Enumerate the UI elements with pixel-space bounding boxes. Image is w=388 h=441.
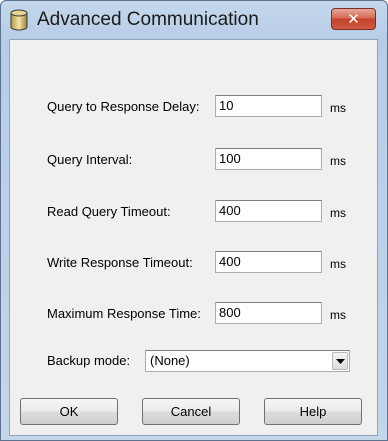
dialog-window: Advanced Communication ✕ Query to Respon… xyxy=(0,0,388,441)
title-bar[interactable]: Advanced Communication ✕ xyxy=(1,1,387,39)
close-button[interactable]: ✕ xyxy=(331,8,376,30)
write-response-timeout-label: Write Response Timeout: xyxy=(47,255,193,270)
unit-label: ms xyxy=(330,308,346,322)
maximum-response-time-input[interactable]: 800 xyxy=(215,302,322,324)
unit-label: ms xyxy=(330,101,346,115)
help-button[interactable]: Help xyxy=(264,398,362,425)
query-response-delay-value: 10 xyxy=(219,98,234,113)
query-interval-label: Query Interval: xyxy=(47,152,133,167)
backup-mode-select[interactable]: (None) xyxy=(145,350,350,372)
read-query-timeout-label: Read Query Timeout: xyxy=(47,204,171,219)
write-response-timeout-input[interactable]: 400 xyxy=(215,251,322,273)
backup-mode-value: (None) xyxy=(150,353,190,368)
cylinder-database-icon xyxy=(9,9,29,31)
maximum-response-time-label: Maximum Response Time: xyxy=(47,306,201,321)
ok-button-label: OK xyxy=(59,404,79,419)
chevron-down-icon[interactable] xyxy=(332,352,348,370)
query-interval-input[interactable]: 100 xyxy=(215,148,322,170)
ok-button[interactable]: OK xyxy=(20,398,118,425)
unit-label: ms xyxy=(330,154,346,168)
write-response-timeout-value: 400 xyxy=(219,254,241,269)
unit-label: ms xyxy=(330,206,346,220)
read-query-timeout-input[interactable]: 400 xyxy=(215,200,322,222)
help-button-label: Help xyxy=(299,404,327,419)
close-icon: ✕ xyxy=(347,10,360,28)
window-title: Advanced Communication xyxy=(37,9,259,30)
dialog-body: Query to Response Delay: 10 ms Query Int… xyxy=(9,39,378,436)
query-interval-value: 100 xyxy=(219,151,241,166)
cancel-button[interactable]: Cancel xyxy=(142,398,240,425)
read-query-timeout-value: 400 xyxy=(219,203,241,218)
unit-label: ms xyxy=(330,257,346,271)
maximum-response-time-value: 800 xyxy=(219,305,241,320)
backup-mode-label: Backup mode: xyxy=(47,353,131,368)
query-response-delay-input[interactable]: 10 xyxy=(215,95,322,117)
query-response-delay-label: Query to Response Delay: xyxy=(47,99,200,114)
cancel-button-label: Cancel xyxy=(170,404,212,419)
